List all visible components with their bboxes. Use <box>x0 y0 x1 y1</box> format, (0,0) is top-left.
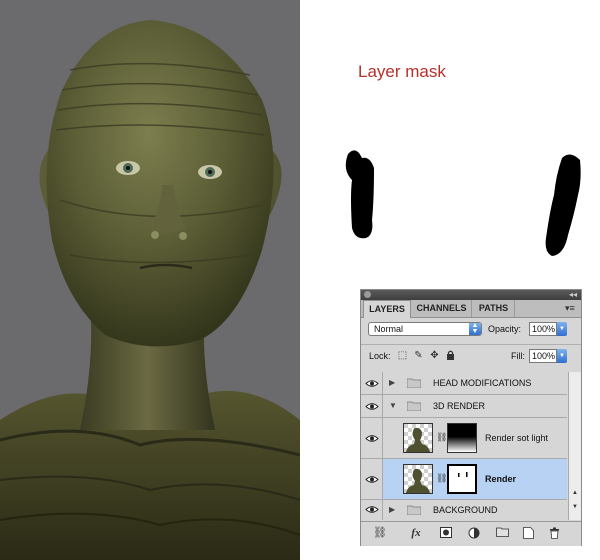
layer-name: 3D RENDER <box>433 401 486 411</box>
blend-mode-select[interactable]: Normal ▲ ▼ <box>368 322 482 336</box>
layer-thumbnail[interactable] <box>403 464 433 494</box>
mask-link-icon[interactable]: ⛓ <box>436 432 447 443</box>
layer-row-head-modifications[interactable]: ▶ HEAD MODIFICATIONS <box>361 372 567 395</box>
new-group-icon[interactable] <box>495 527 509 540</box>
visibility-eye-icon[interactable] <box>361 459 383 499</box>
panel-tabbar: LAYERS CHANNELS PATHS ▾≡ <box>361 300 581 318</box>
layer-mask-thumbnail[interactable] <box>447 423 477 453</box>
fill-input[interactable]: 100% <box>529 349 557 363</box>
tab-paths[interactable]: PATHS <box>473 300 515 317</box>
panel-menu-icon[interactable]: ▾≡ <box>565 304 577 313</box>
expand-arrow-icon[interactable]: ▶ <box>389 378 395 387</box>
folder-icon <box>407 505 421 515</box>
lock-transparent-icon[interactable]: ⬚ <box>397 350 408 361</box>
options-separator <box>361 344 581 345</box>
layer-mask-caption: Layer mask <box>358 62 446 81</box>
fill-dropdown-icon[interactable]: ▼ <box>557 349 567 363</box>
opacity-label: Opacity: <box>488 324 522 334</box>
link-layers-icon[interactable]: ⛓ <box>373 527 387 540</box>
opacity-input[interactable]: 100% <box>529 322 557 336</box>
layers-panel: ◂◂ LAYERS CHANNELS PATHS ▾≡ Normal ▲ ▼ Op… <box>360 289 582 546</box>
lock-position-icon[interactable]: ✥ <box>429 350 440 361</box>
visibility-eye-icon[interactable] <box>361 372 383 394</box>
folder-icon <box>407 401 421 411</box>
visibility-eye-icon[interactable] <box>361 418 383 458</box>
scroll-up-arrow-icon[interactable]: ▲ <box>570 490 580 502</box>
lock-options-row: Lock: ⬚ ✎ ✥ Fill: 100% ▼ <box>361 347 581 369</box>
mask-stroke-left <box>345 150 374 239</box>
lock-all-icon[interactable] <box>445 350 456 361</box>
panel-collapse-icon[interactable]: ◂◂ <box>569 290 577 300</box>
layers-list: ▶ HEAD MODIFICATIONS ▼ 3D RENDER ⛓ Rende… <box>361 372 581 520</box>
layer-row-3d-render[interactable]: ▼ 3D RENDER <box>361 395 567 418</box>
collapse-arrow-icon[interactable]: ▼ <box>389 401 397 410</box>
panel-close-button[interactable] <box>364 291 371 298</box>
mask-stroke-right <box>545 154 581 256</box>
alien-head-render <box>0 0 300 560</box>
trash-icon[interactable] <box>547 527 561 540</box>
layer-name: Render <box>485 474 517 484</box>
layer-row-background[interactable]: ▶ BACKGROUND <box>361 500 567 520</box>
layer-row-render-sot-light[interactable]: ⛓ Render sot light <box>361 418 567 459</box>
tab-channels[interactable]: CHANNELS <box>412 300 472 317</box>
adjustment-layer-icon[interactable] <box>467 527 481 540</box>
panel-bottom-bar: ⛓ fx <box>361 521 581 546</box>
layer-name: HEAD MODIFICATIONS <box>433 378 532 388</box>
layer-name: BACKGROUND <box>433 505 498 515</box>
layer-name: Render sot light <box>485 433 549 443</box>
blend-mode-value: Normal <box>374 324 404 334</box>
opacity-dropdown-icon[interactable]: ▼ <box>557 322 567 336</box>
fill-label: Fill: <box>511 351 525 361</box>
render-image <box>0 0 300 560</box>
panel-titlebar: ◂◂ <box>361 290 581 300</box>
blend-options-row: Normal ▲ ▼ Opacity: 100% ▼ <box>361 320 581 342</box>
mask-strokes <box>345 150 581 256</box>
lock-label: Lock: <box>369 351 391 361</box>
mask-link-icon[interactable]: ⛓ <box>436 473 447 484</box>
scroll-down-arrow-icon[interactable]: ▼ <box>570 504 580 516</box>
blend-mode-spin-icon: ▲ ▼ <box>469 322 481 335</box>
layers-scrollbar[interactable]: ▲ ▼ <box>568 372 581 520</box>
expand-arrow-icon[interactable]: ▶ <box>389 505 395 514</box>
layer-thumbnail[interactable] <box>403 423 433 453</box>
add-mask-icon[interactable] <box>439 527 453 540</box>
fx-icon[interactable]: fx <box>409 527 423 540</box>
visibility-eye-icon[interactable] <box>361 500 383 520</box>
visibility-eye-icon[interactable] <box>361 395 383 417</box>
folder-icon <box>407 378 421 388</box>
lock-pixels-icon[interactable]: ✎ <box>413 350 424 361</box>
layer-row-render[interactable]: ⛓ Render <box>361 459 567 500</box>
new-layer-icon[interactable] <box>521 527 535 540</box>
tab-layers[interactable]: LAYERS <box>363 300 411 318</box>
layer-mask-thumbnail[interactable] <box>447 464 477 494</box>
